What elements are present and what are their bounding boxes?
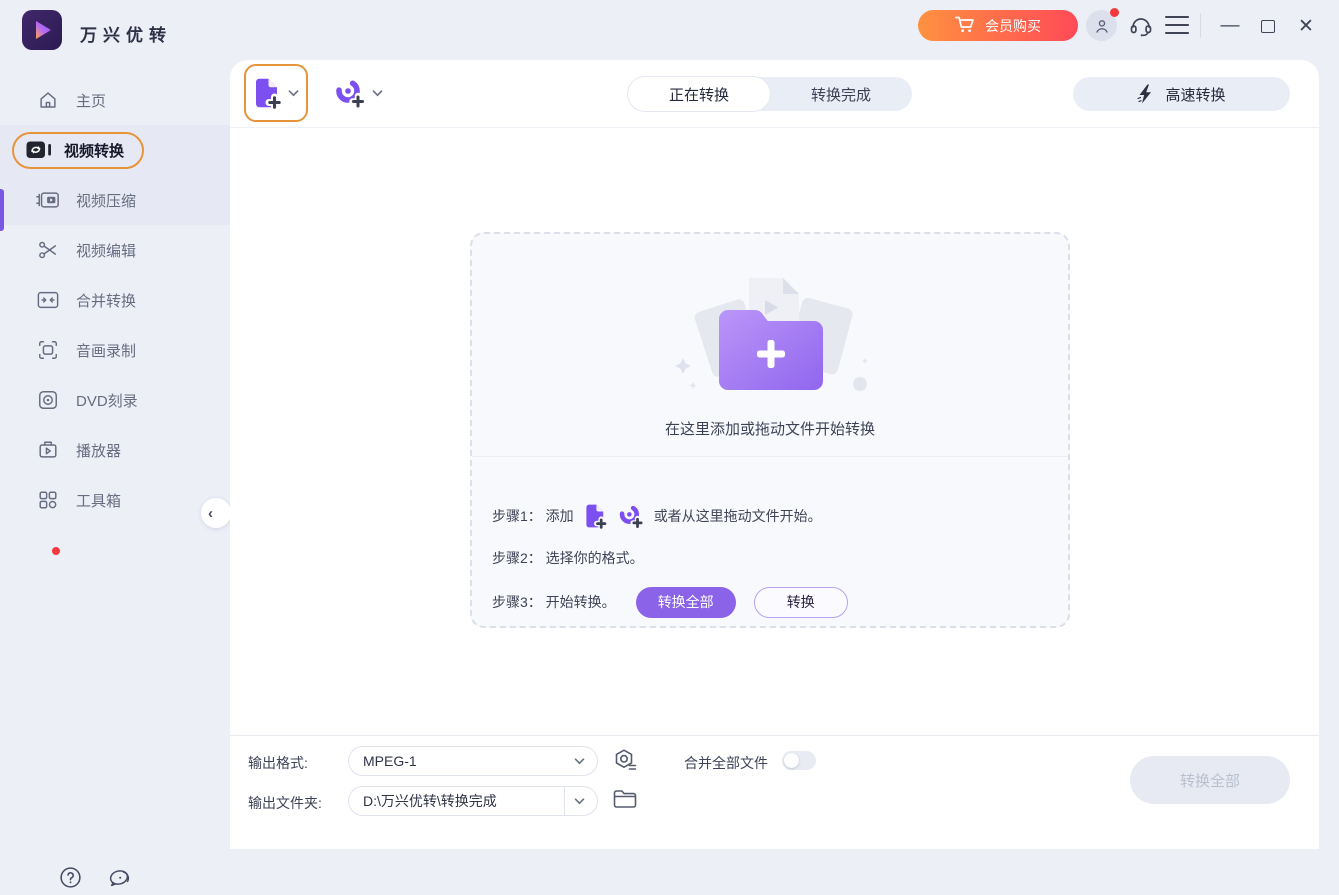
sidebar-item-label: 视频转换 <box>64 140 124 161</box>
sidebar-item-home[interactable]: 主页 <box>0 75 230 125</box>
add-dvd-button[interactable] <box>324 68 392 118</box>
step1-prefix: 步骤1： 添加 <box>492 506 574 526</box>
sidebar-item-video-convert[interactable]: 视频转换 <box>0 125 230 175</box>
fast-convert-button[interactable]: 高速转换 <box>1073 77 1290 111</box>
sidebar-item-dvd-burn[interactable]: DVD刻录 <box>0 375 230 425</box>
buy-membership-label: 会员购买 <box>985 16 1041 36</box>
select-divider <box>564 787 565 815</box>
sidebar: 主页 视频转换 视频压缩 <box>0 60 230 849</box>
sidebar-item-toolbox[interactable]: 工具箱 <box>0 475 230 525</box>
output-format-label: 输出格式: <box>248 753 308 773</box>
add-file-icon[interactable] <box>584 502 608 530</box>
maximize-button[interactable] <box>1254 12 1282 40</box>
convert-button[interactable]: 转换 <box>754 587 848 618</box>
sidebar-item-label: 音画录制 <box>76 340 136 361</box>
main-panel: 正在转换 转换完成 高速转换 <box>230 60 1319 849</box>
active-indicator-bar <box>0 189 4 231</box>
add-file-icon <box>253 76 283 110</box>
sidebar-item-label: DVD刻录 <box>76 390 138 411</box>
output-settings-bar: 输出格式: MPEG-1 合并全部文件 输出文件夹: D:\万兴优转\转换完成 <box>230 735 1319 849</box>
step3-text: 步骤3： 开始转换。 <box>492 592 616 612</box>
sidebar-item-label: 合并转换 <box>76 290 136 311</box>
home-icon <box>36 89 60 111</box>
merge-icon <box>36 290 60 310</box>
toggle-knob <box>784 753 799 768</box>
convert-status-tabs: 正在转换 转换完成 <box>628 77 912 111</box>
titlebar: 万兴优转 会员购买 — ✕ <box>0 0 1339 60</box>
video-convert-icon <box>26 140 52 160</box>
file-dropzone[interactable]: 在这里添加或拖动文件开始转换 步骤1： 添加 或者 <box>470 232 1070 628</box>
sidebar-item-merge-convert[interactable]: 合并转换 <box>0 275 230 325</box>
step3-row: 步骤3： 开始转换。 转换全部 转换 <box>492 586 848 618</box>
step2-row: 步骤2： 选择你的格式。 <box>492 548 644 568</box>
dropzone-hint-text: 在这里添加或拖动文件开始转换 <box>472 418 1068 439</box>
add-files-illustration <box>657 262 887 412</box>
buy-membership-button[interactable]: 会员购买 <box>918 10 1078 41</box>
player-tv-icon <box>36 439 60 461</box>
tab-converting[interactable]: 正在转换 <box>628 77 770 111</box>
toolbox-badge-dot <box>52 547 60 555</box>
sidebar-item-label: 主页 <box>76 90 106 111</box>
chevron-down-icon <box>372 90 383 97</box>
add-dvd-icon <box>334 77 366 109</box>
output-format-value: MPEG-1 <box>363 753 574 769</box>
step1-row: 步骤1： 添加 或者从这里拖动文件开始。 <box>492 496 822 536</box>
chevron-down-icon <box>574 758 585 765</box>
output-folder-label: 输出文件夹: <box>248 793 322 813</box>
add-dvd-icon[interactable] <box>618 503 644 529</box>
sidebar-item-label: 工具箱 <box>76 490 121 511</box>
convert-toolbar: 正在转换 转换完成 高速转换 <box>230 60 1319 128</box>
close-button[interactable]: ✕ <box>1292 12 1320 40</box>
cart-icon <box>955 16 975 36</box>
notification-dot <box>1110 8 1119 17</box>
format-settings-gear-icon[interactable] <box>612 747 639 779</box>
app-title: 万兴优转 <box>80 21 172 46</box>
step1-suffix: 或者从这里拖动文件开始。 <box>654 506 822 526</box>
help-icon[interactable] <box>58 865 83 895</box>
merge-all-toggle[interactable] <box>782 751 816 770</box>
sidebar-item-label: 视频编辑 <box>76 240 136 261</box>
fast-convert-label: 高速转换 <box>1165 84 1225 105</box>
dropzone-divider <box>472 456 1068 457</box>
app-logo-icon <box>22 10 62 50</box>
dvd-disc-icon <box>36 389 60 411</box>
output-format-select[interactable]: MPEG-1 <box>348 746 598 776</box>
sidebar-collapse-handle[interactable]: ‹ <box>201 498 231 528</box>
sidebar-item-label: 播放器 <box>76 440 121 461</box>
convert-all-button[interactable]: 转换全部 <box>636 587 736 618</box>
lightning-icon <box>1137 84 1153 104</box>
feedback-icon[interactable] <box>106 865 133 895</box>
hamburger-menu-icon[interactable] <box>1165 16 1189 34</box>
sidebar-item-record[interactable]: 音画录制 <box>0 325 230 375</box>
titlebar-separator <box>1200 13 1201 38</box>
output-folder-value: D:\万兴优转\转换完成 <box>363 791 560 811</box>
output-folder-select[interactable]: D:\万兴优转\转换完成 <box>348 786 598 816</box>
open-folder-icon[interactable] <box>612 787 638 816</box>
convert-all-button-disabled[interactable]: 转换全部 <box>1130 756 1290 804</box>
merge-all-label: 合并全部文件 <box>684 753 768 773</box>
toolbox-grid-icon <box>36 489 60 511</box>
sidebar-item-video-compress[interactable]: 视频压缩 <box>0 175 230 225</box>
chevron-down-icon <box>288 90 299 97</box>
scissors-icon <box>36 239 60 261</box>
tab-finished[interactable]: 转换完成 <box>770 77 912 111</box>
sidebar-item-label: 视频压缩 <box>76 190 136 211</box>
support-headset-icon[interactable] <box>1128 13 1154 44</box>
sidebar-item-video-edit[interactable]: 视频编辑 <box>0 225 230 275</box>
chevron-down-icon <box>574 798 585 805</box>
video-compress-icon <box>36 190 60 210</box>
collapse-chevron-icon: ‹ <box>208 505 213 522</box>
add-file-button[interactable] <box>244 64 308 122</box>
minimize-button[interactable]: — <box>1216 12 1244 40</box>
sidebar-item-player[interactable]: 播放器 <box>0 425 230 475</box>
screen-record-icon <box>36 339 60 361</box>
